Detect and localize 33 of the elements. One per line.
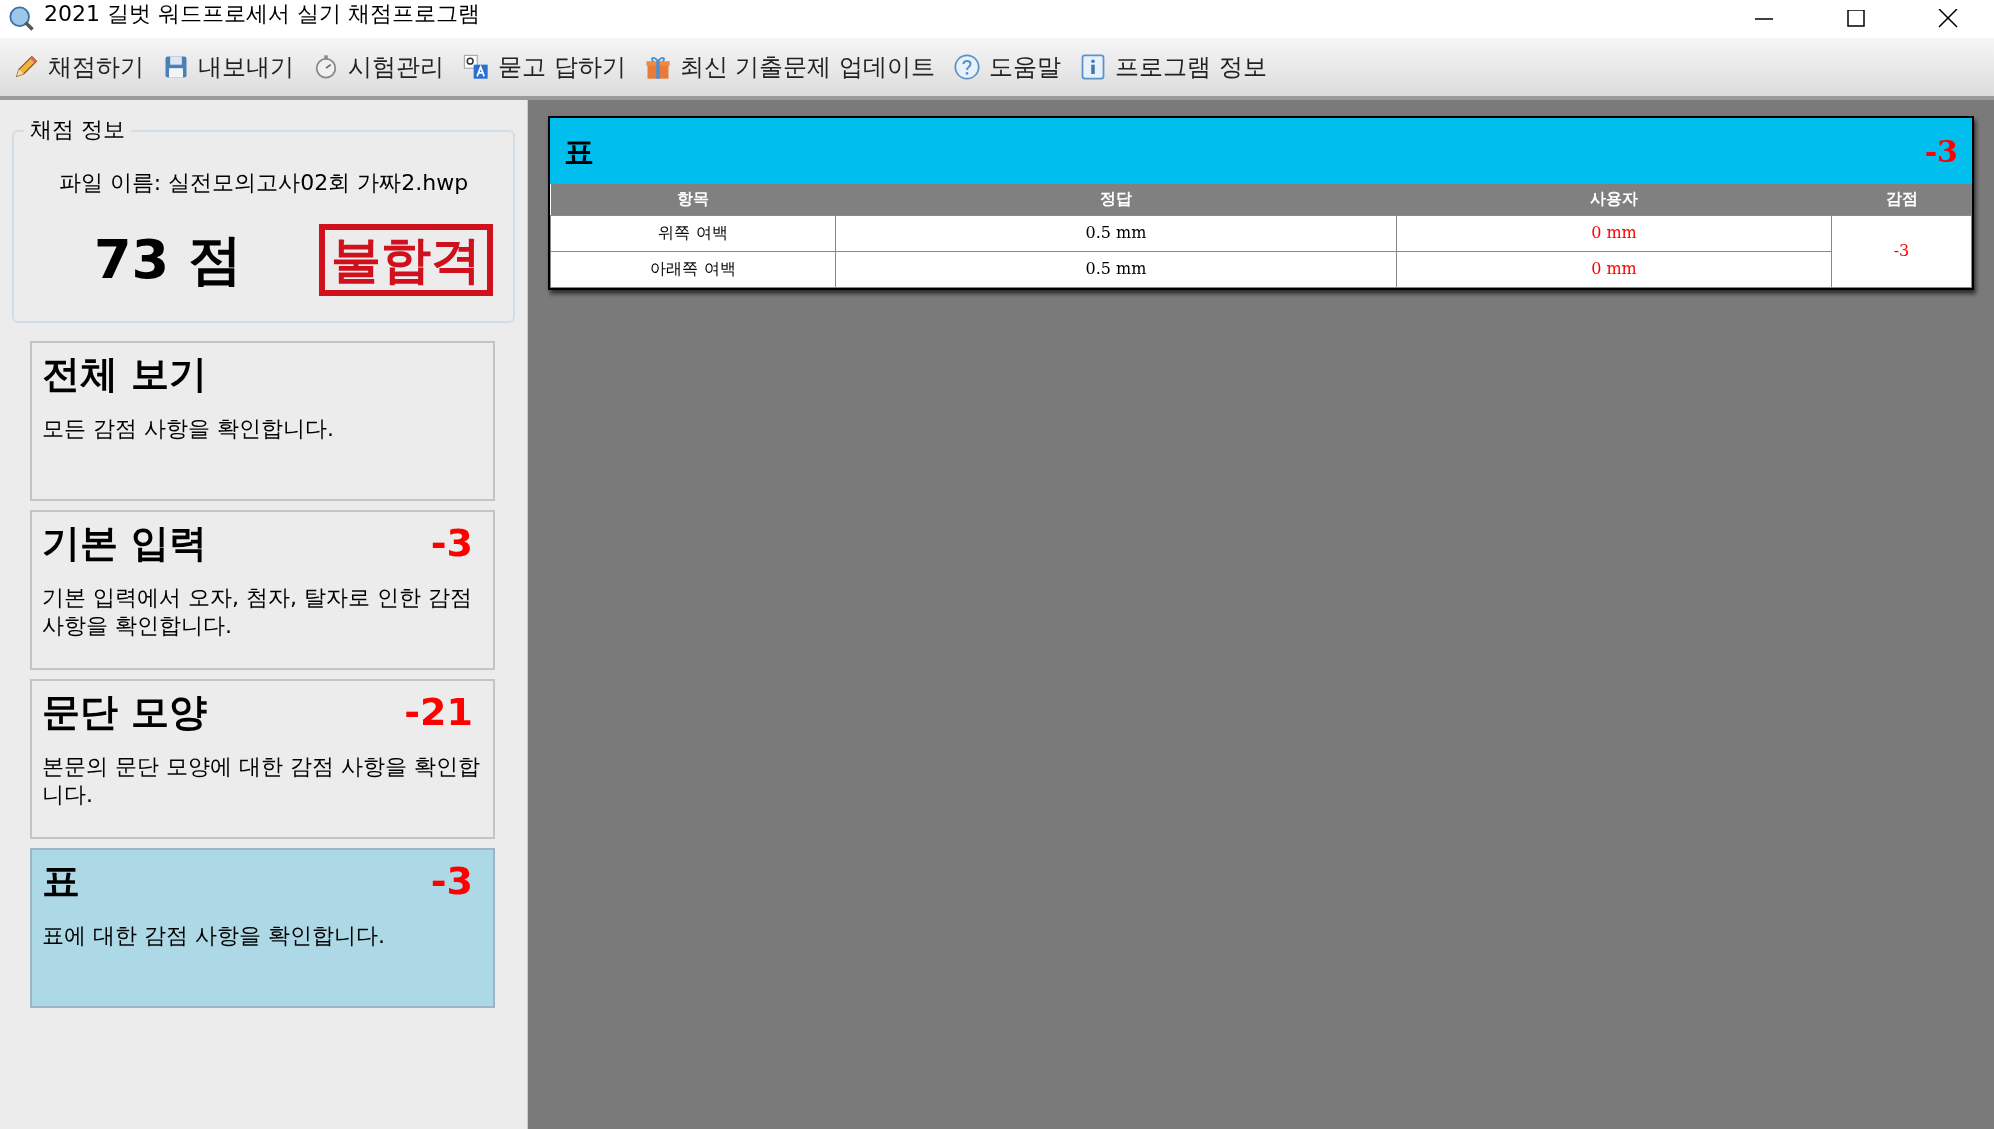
- category-card[interactable]: 표 -3 표에 대한 감점 사항을 확인합니다.: [30, 848, 495, 1008]
- category-card[interactable]: 전체 보기 모든 감점 사항을 확인합니다.: [30, 341, 495, 501]
- toolbar-button[interactable]: 시험관리: [308, 44, 448, 90]
- table-cell: -3: [1831, 215, 1972, 287]
- table-cell: 위쪽 여백: [550, 215, 836, 251]
- table-cell: 아래쪽 여백: [550, 251, 836, 287]
- file-name: 파일 이름: 실전모의고사02회 가짜2.hwp: [58, 169, 469, 197]
- toolbar-button[interactable]: 도움말: [948, 44, 1065, 90]
- detail-deduction: -3: [1924, 132, 1958, 171]
- category-card[interactable]: 기본 입력 -3 기본 입력에서 오자, 첨자, 탈자로 인한 감점 사항을 확인합니다.: [30, 510, 495, 670]
- toolbar-button[interactable]: 프로그램 정보: [1074, 44, 1271, 90]
- close-icon: [1938, 9, 1958, 29]
- toolbar-button[interactable]: 내보내기: [158, 44, 298, 90]
- toolbar-button[interactable]: 묻고 답하기: [458, 44, 630, 90]
- help-icon: [952, 53, 981, 81]
- table-cell: 0.5 mm: [835, 215, 1397, 251]
- column-header: 사용자: [1396, 184, 1832, 215]
- window-title: 2021 길벗 워드프로세서 실기 채점프로그램: [44, 0, 480, 28]
- score-value: 73 점: [94, 227, 242, 293]
- table-cell: 0.5 mm: [835, 251, 1397, 287]
- category-card[interactable]: 문단 모양 -21 본문의 문단 모양에 대한 감점 사항을 확인합니다.: [30, 679, 495, 839]
- toolbar-button[interactable]: 최신 기출문제 업데이트: [639, 44, 939, 90]
- translate-icon: [462, 53, 490, 81]
- column-header: 정답: [835, 184, 1397, 215]
- app-icon: [8, 5, 36, 33]
- minimize-icon: [1755, 18, 1773, 20]
- column-header: 항목: [550, 184, 836, 215]
- maximize-icon: [1847, 10, 1865, 28]
- column-header: 감점: [1831, 184, 1972, 215]
- table-cell: 0 mm: [1396, 215, 1832, 251]
- toolbar-button[interactable]: 채점하기: [8, 44, 148, 90]
- fail-stamp: 불합격: [319, 223, 493, 296]
- detail-title: 표: [564, 132, 594, 171]
